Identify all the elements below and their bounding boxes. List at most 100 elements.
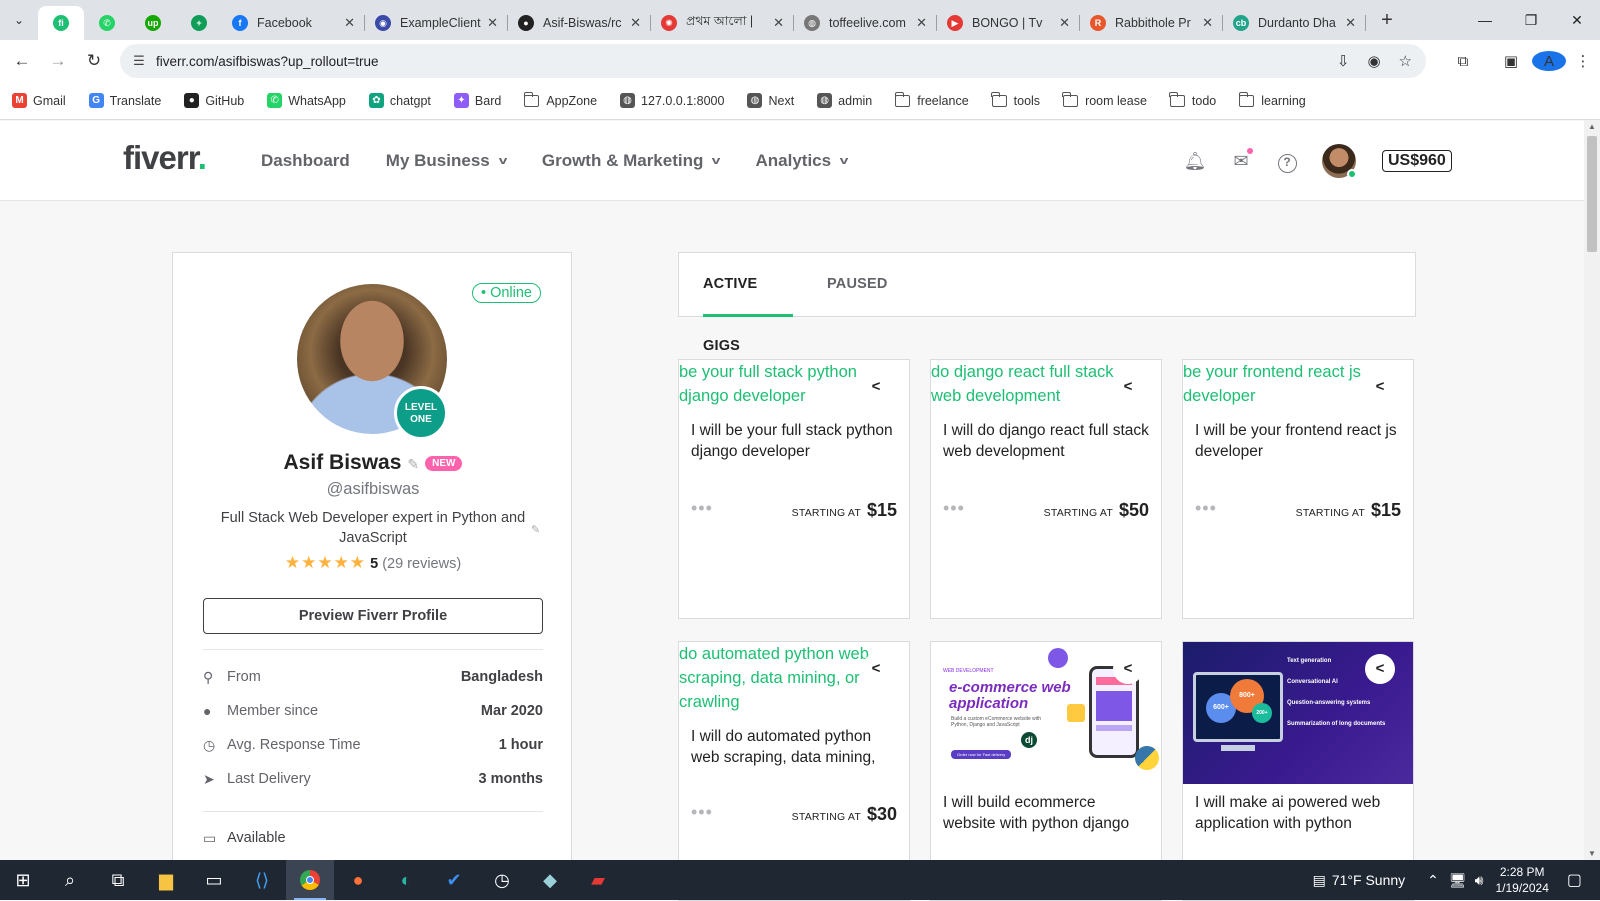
todo-icon[interactable]: ✔ <box>430 860 478 900</box>
nav-item[interactable]: Dashboard <box>261 151 350 171</box>
balance-badge[interactable]: US$960 <box>1382 150 1452 172</box>
gig-card[interactable]: be your frontend react js developer < I … <box>1182 359 1414 619</box>
pinned-tab[interactable]: ✆ <box>84 6 130 40</box>
notifications-icon[interactable]: ▢ <box>1567 870 1582 890</box>
pdf-reader-icon[interactable]: ▰ <box>574 860 622 900</box>
network-icon[interactable]: 🖥︎ <box>1449 872 1467 889</box>
bookmark-item[interactable]: ✿ chatgpt <box>368 93 431 108</box>
close-window-icon[interactable]: ✕ <box>1554 0 1600 40</box>
gig-title[interactable]: I will be your full stack python django … <box>691 420 899 462</box>
browser-tab[interactable]: ▶ BONGO | Tv ✕ <box>937 6 1080 40</box>
pinned-tab[interactable]: up <box>130 6 176 40</box>
bookmark-item[interactable]: ✦ Bard <box>453 93 501 108</box>
gig-image-alt[interactable]: be your frontend react js developer <box>1183 360 1393 408</box>
user-avatar[interactable] <box>1322 144 1357 179</box>
browser-tab[interactable]: f Facebook ✕ <box>222 6 365 40</box>
bookmark-item[interactable]: ◍ Next <box>747 93 794 108</box>
nav-item[interactable]: Analytics v <box>756 151 849 171</box>
task-view-icon[interactable]: ⧉ <box>94 860 142 900</box>
bookmark-item[interactable]: ✆ WhatsApp <box>267 93 346 108</box>
eye-icon[interactable]: ◉ <box>1367 52 1380 70</box>
extensions-icon[interactable]: ⧉ <box>1446 53 1480 70</box>
nav-item[interactable]: My Business v <box>386 151 507 171</box>
preview-profile-button[interactable]: Preview Fiverr Profile <box>203 598 543 634</box>
bookmark-folder[interactable]: AppZone <box>523 91 597 108</box>
browser-tab[interactable]: ✺ প্রথম আলো | ✕ <box>651 6 794 40</box>
bookmark-folder[interactable]: freelance <box>894 91 969 108</box>
gig-card[interactable]: be your full stack python django develop… <box>678 359 910 619</box>
bookmark-item[interactable]: M Gmail <box>12 93 66 108</box>
pinned-tab[interactable]: + <box>176 6 222 40</box>
browser-tab[interactable]: ● Asif-Biswas/rc ✕ <box>508 6 651 40</box>
edit-description-icon[interactable]: ✎ <box>531 523 540 536</box>
gig-image-alt[interactable]: be your full stack python django develop… <box>679 360 889 408</box>
clock[interactable]: 2:28 PM 1/19/2024 <box>1495 864 1548 896</box>
edge-icon[interactable]: ◐ <box>382 860 430 900</box>
site-info-icon[interactable]: ☰ <box>124 53 154 69</box>
more-options-icon[interactable]: ••• <box>691 498 713 519</box>
side-panel-icon[interactable]: ▣ <box>1494 52 1528 70</box>
help-icon[interactable]: ? <box>1264 150 1310 173</box>
search-icon[interactable]: ⌕ <box>46 860 94 900</box>
gig-image-alt[interactable]: do django react full stack web developme… <box>931 360 1141 408</box>
gig-title[interactable]: I will do django react full stack web de… <box>943 420 1151 462</box>
share-icon[interactable]: < <box>1113 372 1143 402</box>
close-tab-icon[interactable]: ✕ <box>344 15 355 31</box>
close-tab-icon[interactable]: ✕ <box>1202 15 1213 31</box>
bookmark-star-icon[interactable]: ☆ <box>1399 52 1412 70</box>
bookmark-folder[interactable]: room lease <box>1062 91 1147 108</box>
bookmark-item[interactable]: ◍ 127.0.0.1:8000 <box>620 93 724 108</box>
forward-icon[interactable]: → <box>40 51 76 71</box>
chrome-icon[interactable] <box>286 860 334 900</box>
minimize-icon[interactable]: — <box>1462 0 1508 40</box>
close-tab-icon[interactable]: ✕ <box>1345 15 1356 31</box>
volume-icon[interactable]: 🔊︎ <box>1475 872 1484 889</box>
pinned-tab[interactable]: fi <box>38 6 84 40</box>
tab-active-gigs[interactable]: ACTIVE GIGS <box>703 253 793 354</box>
close-tab-icon[interactable]: ✕ <box>916 15 927 31</box>
fiverr-logo[interactable]: fiverr. <box>123 139 207 177</box>
close-tab-icon[interactable]: ✕ <box>1059 15 1070 31</box>
more-options-icon[interactable]: ••• <box>691 802 713 823</box>
vscode-icon[interactable]: ⟨⟩ <box>238 860 286 900</box>
share-icon[interactable]: < <box>861 372 891 402</box>
address-bar[interactable]: ☰ fiverr.com/asifbiswas?up_rollout=true … <box>120 44 1426 78</box>
share-icon[interactable]: < <box>1365 372 1395 402</box>
page-scrollbar[interactable]: ▲ ▼ <box>1584 120 1600 860</box>
bookmark-item[interactable]: ● GitHub <box>184 93 244 108</box>
close-tab-icon[interactable]: ✕ <box>630 15 641 31</box>
close-tab-icon[interactable]: ✕ <box>773 15 784 31</box>
messages-icon[interactable]: ✉ <box>1218 147 1264 172</box>
clock-app-icon[interactable]: ◷ <box>478 860 526 900</box>
share-icon[interactable]: < <box>1365 654 1395 684</box>
bookmark-item[interactable]: G Translate <box>88 93 161 108</box>
edit-name-icon[interactable]: ✎ <box>407 456 419 472</box>
notes-icon[interactable]: ◆ <box>526 860 574 900</box>
profile-button[interactable]: A <box>1532 51 1566 71</box>
gig-title[interactable]: I will build ecommerce website with pyth… <box>943 792 1151 834</box>
gig-title[interactable]: I will make ai powered web application w… <box>1195 792 1403 834</box>
browser-tab[interactable]: R Rabbithole Pr ✕ <box>1080 6 1223 40</box>
bookmark-folder[interactable]: todo <box>1169 91 1216 108</box>
browser-tab[interactable]: ◍ toffeelive.com ✕ <box>794 6 937 40</box>
firefox-icon[interactable]: ● <box>334 860 382 900</box>
install-app-icon[interactable]: ⇩ <box>1337 52 1350 70</box>
windows-start-icon[interactable]: ⊞ <box>0 860 46 900</box>
url-text[interactable]: fiverr.com/asifbiswas?up_rollout=true <box>156 54 378 69</box>
restore-icon[interactable]: ❐ <box>1508 0 1554 40</box>
nav-item[interactable]: Growth & Marketing v <box>542 151 721 171</box>
tray-chevron-icon[interactable]: ⌃ <box>1427 872 1439 889</box>
more-options-icon[interactable]: ••• <box>1195 498 1217 519</box>
more-options-icon[interactable]: ••• <box>943 498 965 519</box>
tab-search-icon[interactable]: ⌄ <box>0 0 38 40</box>
gig-title[interactable]: I will be your frontend react js develop… <box>1195 420 1403 462</box>
share-icon[interactable]: < <box>861 654 891 684</box>
new-tab-button[interactable]: + <box>1372 9 1402 32</box>
bookmark-folder[interactable]: tools <box>991 91 1040 108</box>
share-icon[interactable]: < <box>1113 654 1143 684</box>
back-icon[interactable]: ← <box>4 51 40 71</box>
bookmark-folder[interactable]: learning <box>1238 91 1306 108</box>
gig-image-alt[interactable]: do automated python web scraping, data m… <box>679 642 889 714</box>
close-tab-icon[interactable]: ✕ <box>487 15 498 31</box>
gig-card[interactable]: do django react full stack web developme… <box>930 359 1162 619</box>
